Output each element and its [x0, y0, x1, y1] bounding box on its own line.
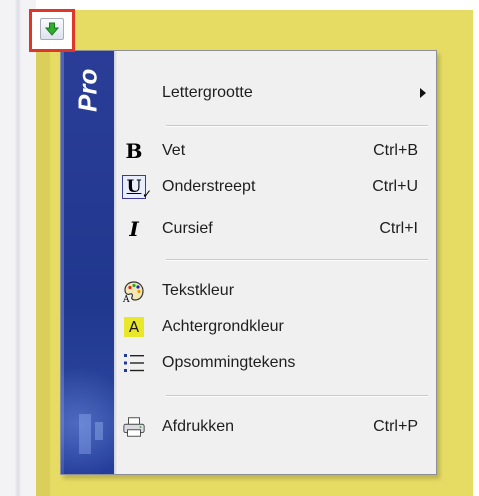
banner-deco-block [79, 414, 91, 454]
green-down-arrow-icon [45, 22, 59, 36]
italic-icon: I [129, 217, 139, 241]
trigger-inner[interactable] [40, 18, 64, 40]
menu-item-label: Cursief [162, 220, 213, 237]
menu-separator [166, 125, 428, 127]
menu-item-label: Lettergrootte [162, 84, 253, 101]
menu-item-label: Tekstkleur [162, 282, 235, 299]
menu-item-shortcut: Ctrl+B [373, 142, 418, 159]
menu-item-background-color[interactable]: A Achtergrondkleur [118, 309, 436, 345]
context-menu: Pro Lettergrootte B Vet Ctrl+B U ✓ Onders… [60, 50, 437, 475]
menu-item-shortcut: Ctrl+U [372, 178, 418, 195]
menu-item-bold[interactable]: B Vet Ctrl+B [118, 133, 436, 169]
menu-item-underline[interactable]: U ✓ Onderstreept Ctrl+U [118, 169, 436, 205]
menu-separator [166, 259, 428, 261]
submenu-arrow-icon [420, 88, 426, 98]
banner-decoration [61, 304, 114, 474]
menu-item-label: Opsommingtekens [162, 354, 296, 371]
yellow-shade [36, 10, 50, 496]
highlight-icon: A [122, 315, 146, 339]
menu-side-banner: Pro [61, 51, 114, 474]
menu-separator [166, 395, 428, 397]
menu-item-bullets[interactable]: Opsommingtekens [118, 345, 436, 381]
menu-item-italic[interactable]: I Cursief Ctrl+I [118, 211, 436, 247]
svg-text:A: A [122, 295, 130, 303]
palette-icon: A [122, 279, 146, 303]
menu-item-shortcut: Ctrl+I [379, 220, 418, 237]
banner-brand-text: Pro [72, 69, 103, 113]
menu-trigger-button[interactable] [29, 9, 75, 52]
menu-item-text-color[interactable]: A Tekstkleur [118, 273, 436, 309]
bold-icon: B [125, 139, 143, 163]
menu-item-label: Achtergrondkleur [162, 318, 284, 335]
bullet-list-icon [122, 351, 146, 375]
window-left-area [0, 0, 36, 496]
menu-item-font-size[interactable]: Lettergrootte [118, 75, 436, 111]
menu-item-shortcut: Ctrl+P [373, 418, 418, 435]
menu-item-label: Afdrukken [162, 418, 235, 435]
menu-item-print[interactable]: Afdrukken Ctrl+P [118, 409, 436, 445]
checkmark-icon: ✓ [141, 187, 152, 201]
window-edge [14, 0, 22, 496]
banner-deco-block [95, 422, 103, 440]
menu-item-label: Onderstreept [162, 178, 256, 195]
underline-icon: U ✓ [122, 175, 152, 201]
printer-icon [122, 415, 146, 439]
menu-item-label: Vet [162, 142, 186, 159]
